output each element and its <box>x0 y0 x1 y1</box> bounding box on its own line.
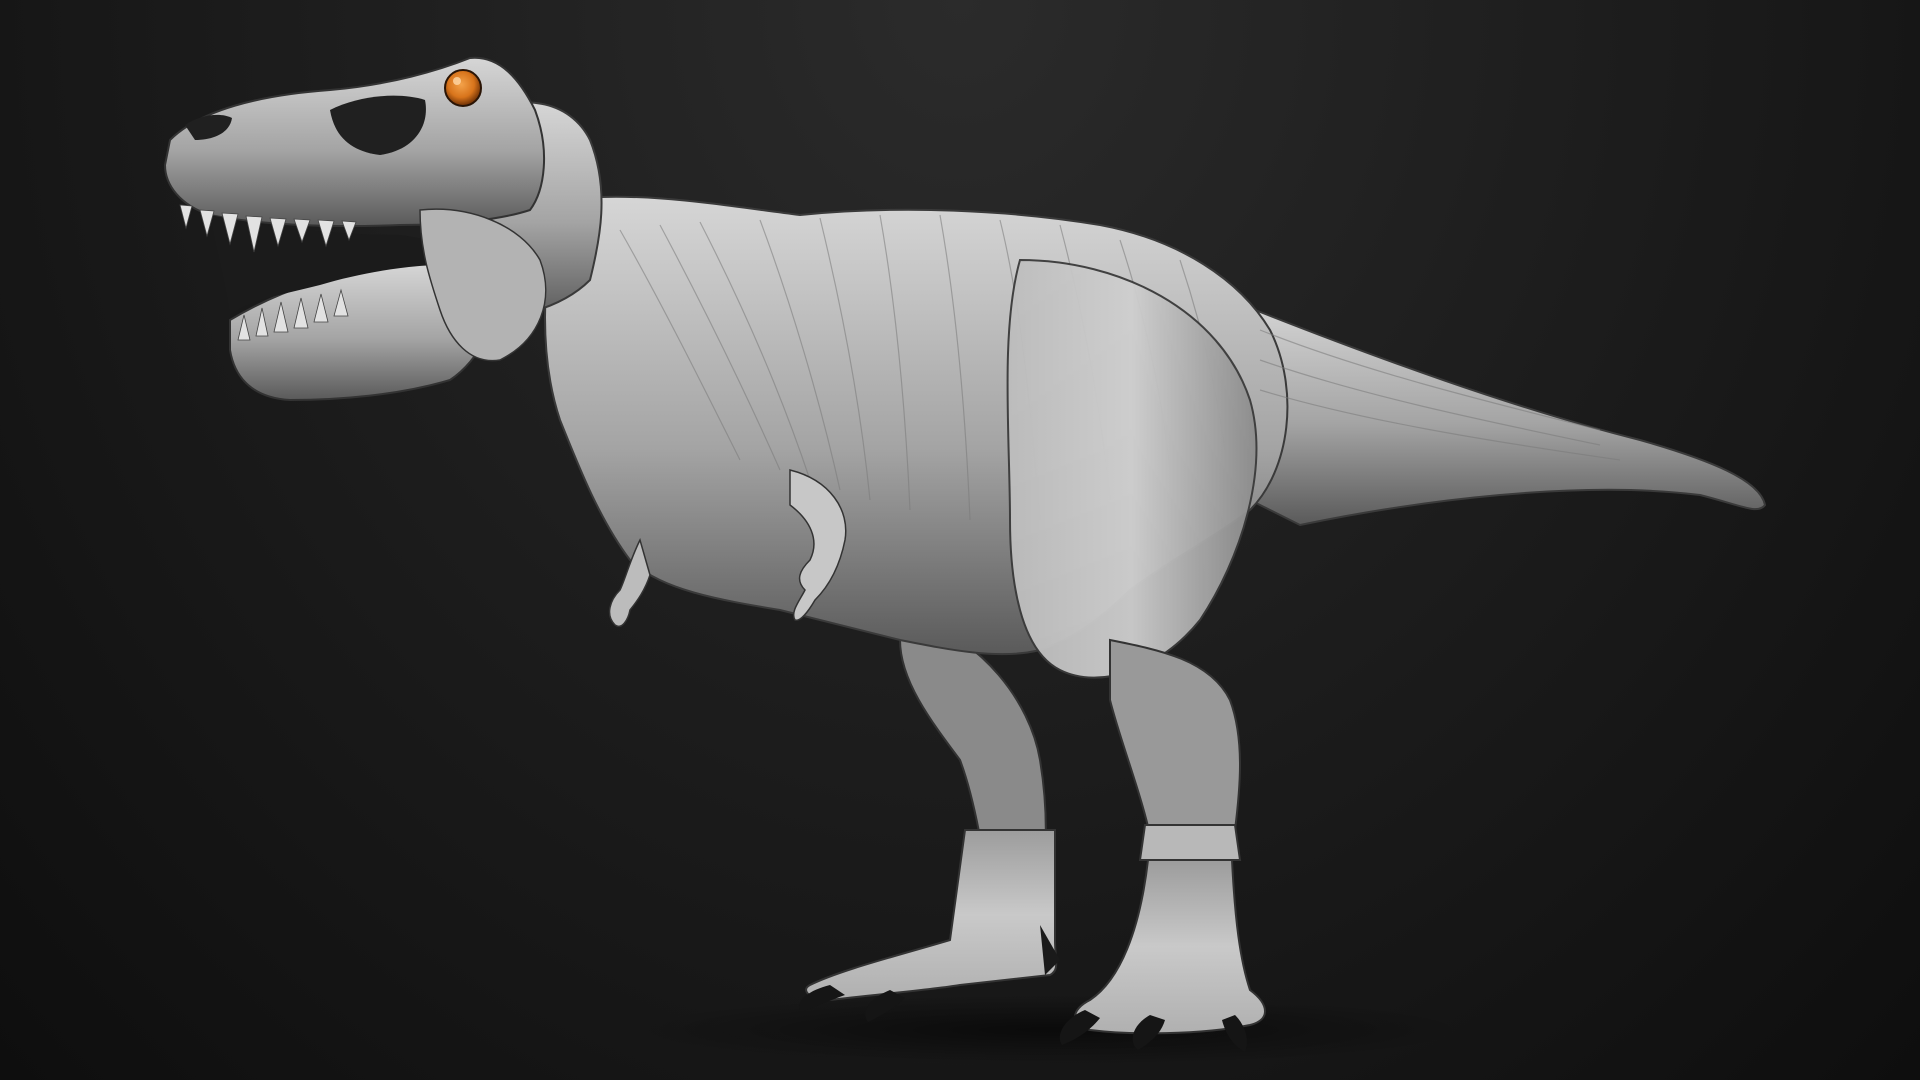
t-rex-model <box>163 56 1767 1065</box>
eye-highlight <box>453 77 461 85</box>
near-leg <box>1074 638 1266 1035</box>
head <box>163 56 547 402</box>
far-leg <box>805 618 1060 1002</box>
ground-shadow <box>630 995 1470 1065</box>
eye <box>444 69 482 107</box>
tail <box>1228 298 1767 527</box>
sculpt-viewport <box>0 0 1920 1080</box>
